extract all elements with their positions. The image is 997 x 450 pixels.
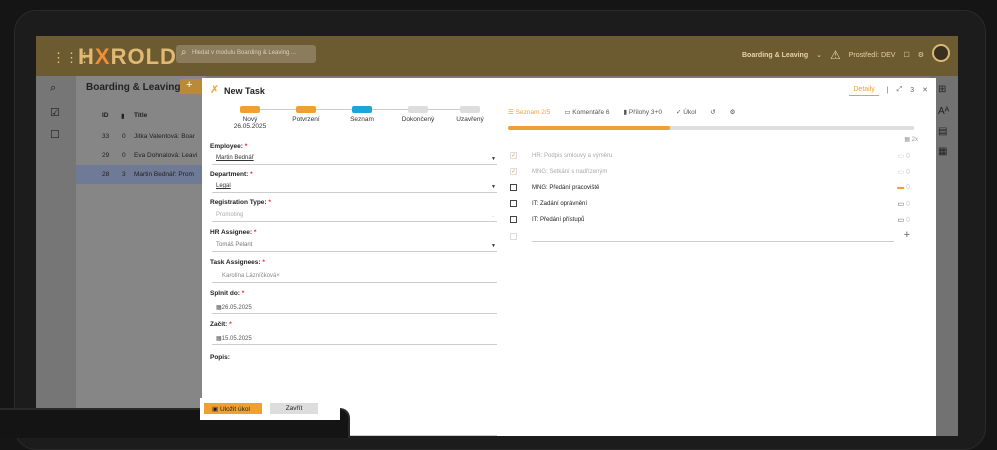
modal-footer: ▣ Uložit úkol Zavřít — [200, 398, 340, 420]
save-icon: ▣ — [212, 406, 220, 413]
save-button[interactable]: ▣ Uložit úkol — [204, 403, 262, 414]
close-button[interactable]: Zavřít — [270, 403, 318, 414]
screen: ⋮⋮⋮ HXROLD ⌕ Hledat v modulu Boarding & … — [36, 36, 958, 436]
dim-overlay — [36, 36, 958, 436]
second-device: ▣ Uložit úkol Zavřít — [0, 398, 350, 438]
